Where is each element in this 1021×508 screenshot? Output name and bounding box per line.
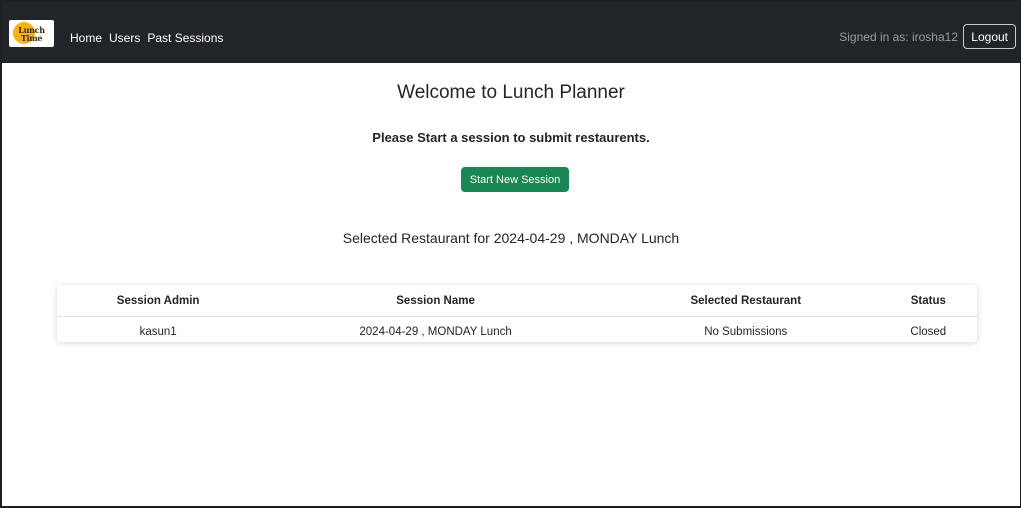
signed-in-prefix: Signed in as: xyxy=(839,30,912,44)
signed-in-status: Signed in as: irosha12 xyxy=(839,30,958,44)
session-prompt: Please Start a session to submit restaur… xyxy=(372,130,650,145)
nav-link-past-sessions[interactable]: Past Sessions xyxy=(147,31,223,45)
column-header-session-admin: Session Admin xyxy=(57,285,260,317)
column-header-status: Status xyxy=(879,285,977,317)
logo-text: Lunch Time xyxy=(18,24,45,43)
nav-link-home[interactable]: Home xyxy=(70,31,102,45)
cell-status: Closed xyxy=(910,325,947,338)
cell-session-admin: kasun1 xyxy=(139,325,177,338)
signed-in-username: irosha12 xyxy=(911,30,958,44)
sessions-table: Session Admin Session Name Selected Rest… xyxy=(57,285,977,346)
app-window: Lunch Time Home Users Past Sessions Sign… xyxy=(0,0,1021,508)
cell-selected-restaurant: No Submissions xyxy=(704,325,788,338)
nav-link-users[interactable]: Users xyxy=(109,31,140,45)
column-header-selected-restaurant: Selected Restaurant xyxy=(611,285,880,317)
nav-links: Home Users Past Sessions xyxy=(70,31,223,45)
sessions-table-card: Session Admin Session Name Selected Rest… xyxy=(57,285,977,342)
page-title: Welcome to Lunch Planner xyxy=(397,82,625,103)
logout-button[interactable]: Logout xyxy=(963,24,1016,49)
selected-restaurant-heading: Selected Restaurant for 2024-04-29 , MON… xyxy=(342,230,680,246)
table-header-row: Session Admin Session Name Selected Rest… xyxy=(57,285,977,317)
lunch-time-logo[interactable]: Lunch Time xyxy=(9,20,54,47)
column-header-session-name: Session Name xyxy=(259,285,612,317)
table-row[interactable]: kasun1 2024-04-29 , MONDAY Lunch No Subm… xyxy=(57,317,977,347)
cell-session-name: 2024-04-29 , MONDAY Lunch xyxy=(359,325,512,338)
top-navbar: Lunch Time Home Users Past Sessions Sign… xyxy=(2,2,1020,63)
start-new-session-button[interactable]: Start New Session xyxy=(461,167,569,192)
